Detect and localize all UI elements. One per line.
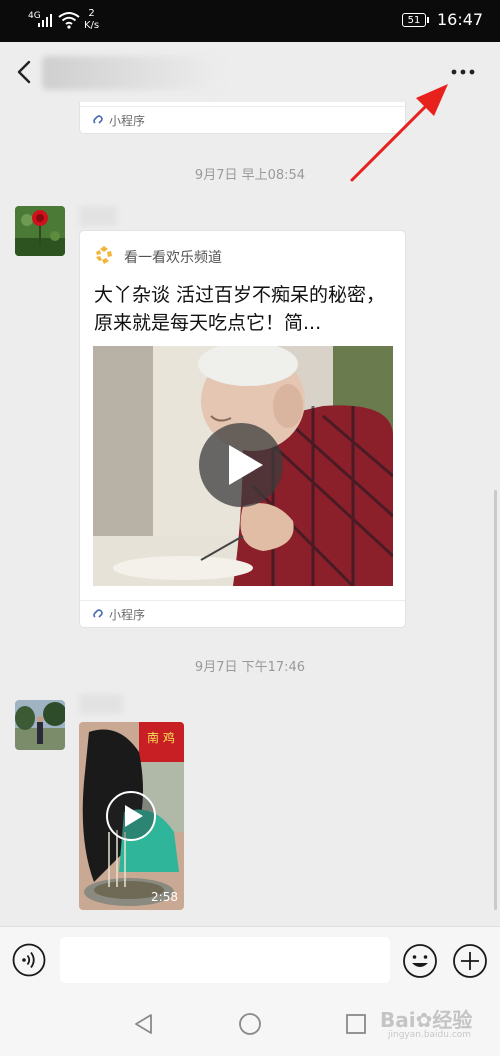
network-speed: 2 K/s [84, 8, 99, 32]
back-arrow-icon[interactable] [14, 59, 34, 85]
sender-avatar[interactable] [15, 700, 65, 750]
speed-unit: K/s [84, 20, 100, 31]
chat-scrollbar[interactable] [494, 490, 497, 910]
miniprogram-card[interactable]: 看一看欢乐频道 大丫杂谈 活过百岁不痴呆的秘密，原来就是每天吃点它！简... 小… [79, 230, 406, 628]
status-time: 16:47 [437, 10, 484, 29]
play-button[interactable] [199, 423, 283, 507]
flower-avatar-image [15, 206, 65, 256]
miniprogram-label: 小程序 [109, 114, 146, 128]
chat-messages[interactable]: 小程序 9月7日 早上08:54 看一看欢乐频道 大丫杂谈 活过百岁不痴呆的秘密… [0, 102, 500, 926]
system-home-icon[interactable] [238, 1012, 262, 1036]
miniprogram-footer: 小程序 [80, 600, 405, 627]
watermark-subtext: jingyan.baidu.com [388, 1030, 472, 1040]
sender-nickname-blurred [79, 206, 117, 226]
baidu-jingyan-watermark: Bai✿经验 jingyan.baidu.com [380, 1002, 492, 1046]
signal-icon [38, 14, 54, 27]
add-more-icon[interactable] [452, 943, 488, 979]
status-bar: 4G 2 K/s 51 16:47 [0, 0, 500, 42]
play-button[interactable] [106, 791, 156, 841]
speed-value: 2 [88, 8, 95, 19]
miniprogram-link-icon [93, 609, 103, 618]
miniprogram-link-icon [93, 115, 103, 124]
contact-name-blurred [42, 56, 222, 90]
message-timestamp: 9月7日 下午17:46 [194, 660, 306, 675]
chat-header [0, 42, 500, 102]
miniprogram-footer: 小程序 [80, 106, 405, 133]
emoji-icon[interactable] [402, 943, 438, 979]
previous-miniprogram-card[interactable]: 小程序 [79, 102, 406, 134]
sender-nickname-blurred [79, 694, 123, 714]
system-recents-icon[interactable] [344, 1012, 368, 1036]
message-text-input[interactable] [60, 937, 390, 983]
system-navigation-bar: Bai✿经验 jingyan.baidu.com [0, 988, 500, 1056]
sender-avatar[interactable] [15, 206, 65, 256]
svg-text:南 鸡: 南 鸡 [147, 730, 175, 745]
system-back-icon[interactable] [132, 1012, 156, 1036]
message-input-bar [0, 926, 500, 989]
card-title: 大丫杂谈 活过百岁不痴呆的秘密，原来就是每天吃点它！简... [94, 284, 386, 334]
miniprogram-label: 小程序 [109, 608, 146, 622]
play-icon [229, 445, 263, 485]
video-message[interactable]: 南 鸡 2:58 [79, 722, 184, 910]
voice-input-icon[interactable] [12, 943, 46, 977]
message-timestamp: 9月7日 早上08:54 [194, 168, 306, 183]
play-icon [125, 805, 143, 827]
more-options-icon[interactable] [448, 62, 478, 82]
card-source-name: 看一看欢乐频道 [124, 250, 222, 266]
wifi-icon [58, 12, 80, 29]
video-duration: 2:58 [151, 890, 178, 904]
person-avatar-image [15, 700, 65, 750]
watermark-text: Bai✿经验 [380, 1008, 473, 1032]
battery-icon: 51 [402, 13, 429, 27]
card-thumbnail[interactable] [93, 346, 393, 586]
kanyikan-logo-icon [96, 246, 112, 264]
